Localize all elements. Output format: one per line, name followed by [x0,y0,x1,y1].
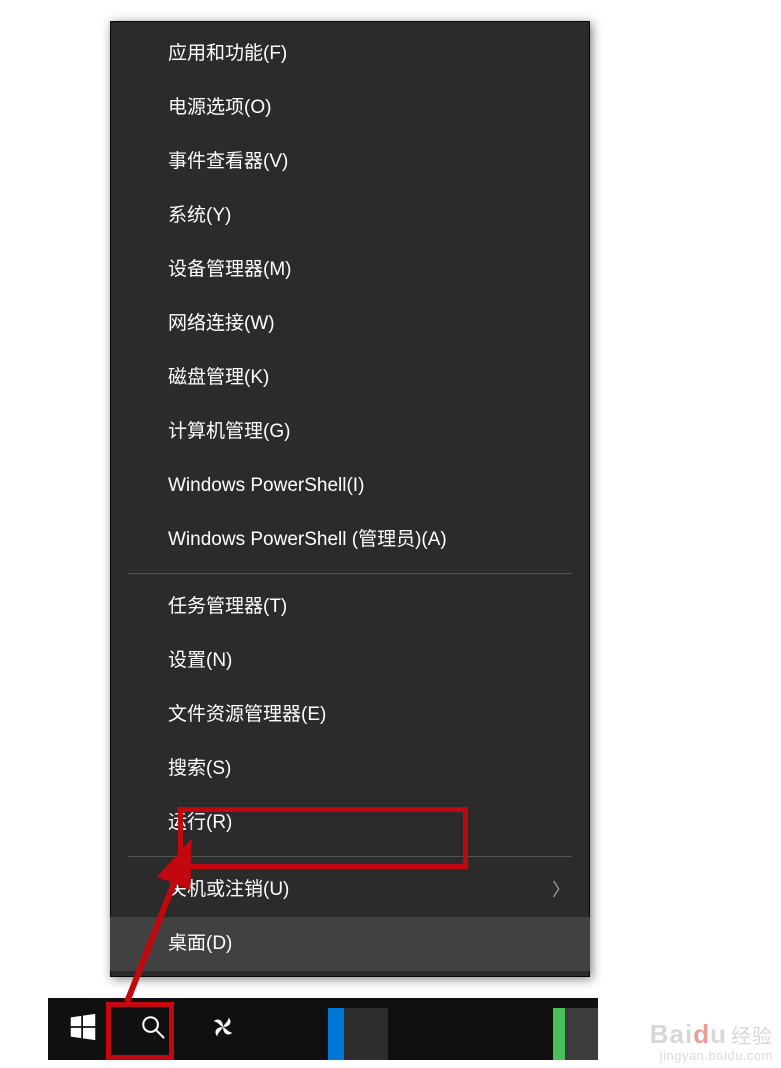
menu-item-label: 网络连接(W) [168,312,275,336]
menu-separator [128,856,572,857]
menu-item-powershell-admin[interactable]: Windows PowerShell (管理员)(A) [110,513,590,567]
watermark-brand: Bai [650,1019,693,1049]
menu-item-label: 计算机管理(G) [168,420,290,444]
menu-item-powershell[interactable]: Windows PowerShell(I) [110,459,590,513]
menu-item-shutdown-signout[interactable]: 关机或注销(U) 〉 [110,863,590,917]
taskbar [48,998,598,1060]
menu-item-event-viewer[interactable]: 事件查看器(V) [110,135,590,189]
menu-item-network-connections[interactable]: 网络连接(W) [110,297,590,351]
menu-item-label: 应用和功能(F) [168,42,287,66]
menu-item-label: 搜索(S) [168,757,231,781]
menu-item-device-manager[interactable]: 设备管理器(M) [110,243,590,297]
menu-item-label: 设置(N) [168,649,232,673]
menu-item-search[interactable]: 搜索(S) [110,742,590,796]
menu-item-label: 任务管理器(T) [168,595,287,619]
taskbar-running-app[interactable] [553,1008,598,1060]
menu-separator [128,573,572,574]
windows-logo-icon [69,1013,97,1046]
menu-item-label: 设备管理器(M) [168,258,291,282]
menu-item-apps-features[interactable]: 应用和功能(F) [110,27,590,81]
chevron-right-icon: 〉 [552,878,570,902]
menu-item-desktop[interactable]: 桌面(D) [110,917,590,971]
menu-item-label: 事件查看器(V) [168,150,288,174]
menu-item-label: 系统(Y) [168,204,231,228]
taskbar-app-button[interactable] [188,998,258,1060]
menu-item-disk-management[interactable]: 磁盘管理(K) [110,351,590,405]
menu-item-label: 桌面(D) [168,932,232,956]
winx-context-menu: 应用和功能(F) 电源选项(O) 事件查看器(V) 系统(Y) 设备管理器(M)… [110,21,590,977]
menu-item-power-options[interactable]: 电源选项(O) [110,81,590,135]
menu-item-system[interactable]: 系统(Y) [110,189,590,243]
taskbar-search-button[interactable] [118,998,188,1060]
menu-item-task-manager[interactable]: 任务管理器(T) [110,580,590,634]
menu-item-label: 磁盘管理(K) [168,366,269,390]
start-button[interactable] [48,998,118,1060]
menu-item-settings[interactable]: 设置(N) [110,634,590,688]
watermark-brand: u [710,1019,727,1049]
taskbar-running-app[interactable] [328,1008,388,1060]
menu-item-file-explorer[interactable]: 文件资源管理器(E) [110,688,590,742]
watermark: Baidu经验 jingyan.baidu.com [650,1021,773,1062]
menu-item-label: 运行(R) [168,811,232,835]
menu-item-label: Windows PowerShell(I) [168,474,364,498]
watermark-brand-cn: 经验 [731,1026,773,1048]
menu-item-computer-management[interactable]: 计算机管理(G) [110,405,590,459]
watermark-url: jingyan.baidu.com [650,1049,773,1062]
menu-item-run[interactable]: 运行(R) [110,796,590,850]
pinwheel-icon [208,1012,238,1047]
menu-item-label: 关机或注销(U) [168,878,289,902]
watermark-brand-accent: d [693,1019,710,1049]
menu-item-label: 电源选项(O) [168,96,271,120]
menu-item-label: Windows PowerShell (管理员)(A) [168,528,447,552]
menu-item-label: 文件资源管理器(E) [168,703,326,727]
search-icon [140,1014,166,1045]
